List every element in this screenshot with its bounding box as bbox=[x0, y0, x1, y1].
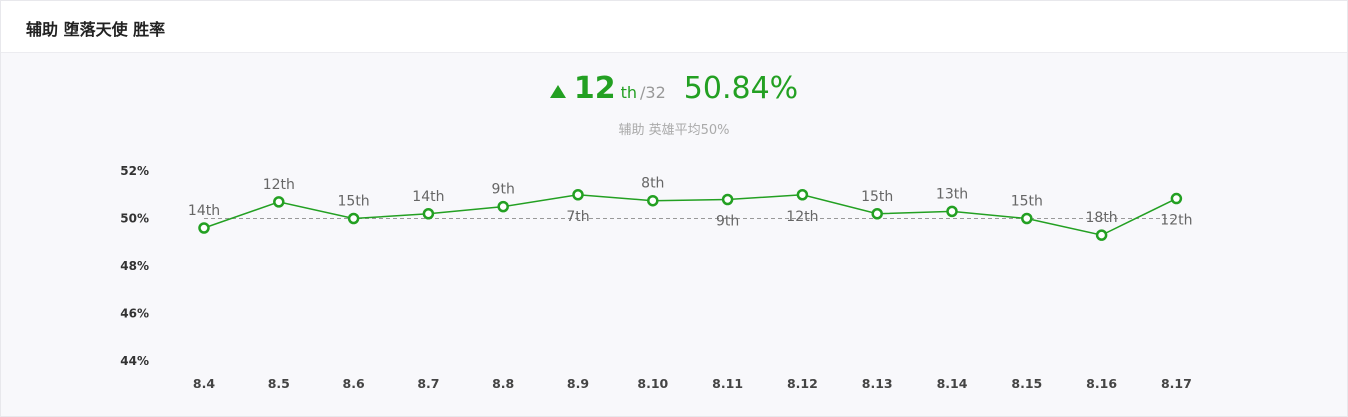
data-point bbox=[497, 200, 509, 213]
data-point bbox=[422, 208, 435, 220]
x-tick-label: 8.10 bbox=[637, 376, 668, 391]
rank-label: 13th bbox=[936, 186, 968, 202]
data-point bbox=[1021, 212, 1033, 225]
y-tick-label: 48% bbox=[120, 259, 149, 273]
data-point bbox=[347, 212, 360, 225]
x-tick-label: 8.16 bbox=[1086, 376, 1117, 391]
rank-label: 18th bbox=[1086, 210, 1118, 226]
rank-label: 14th bbox=[412, 189, 444, 205]
rank-label: 12th bbox=[263, 177, 295, 193]
x-tick-label: 8.17 bbox=[1161, 376, 1192, 391]
x-tick-label: 8.6 bbox=[343, 376, 365, 391]
data-point bbox=[572, 189, 584, 201]
x-tick-label: 8.4 bbox=[193, 376, 215, 391]
data-point bbox=[796, 189, 809, 201]
rank-label: 15th bbox=[338, 194, 370, 210]
data-point bbox=[647, 194, 659, 207]
rank-label: 9th bbox=[716, 214, 739, 230]
x-tick-label: 8.8 bbox=[492, 376, 514, 391]
rank-label: 14th bbox=[188, 203, 220, 219]
data-point bbox=[871, 208, 883, 220]
x-tick-label: 8.12 bbox=[787, 376, 818, 391]
data-point bbox=[1095, 229, 1108, 241]
x-tick-label: 8.15 bbox=[1011, 376, 1042, 391]
rank-label: 12th bbox=[786, 209, 818, 225]
winrate-panel: 辅助 堕落天使 胜率 12th/32 50.84% 辅助 英雄平均50% 52% 5… bbox=[0, 0, 1348, 417]
x-tick-label: 8.7 bbox=[417, 376, 439, 391]
x-tick-label: 8.11 bbox=[712, 376, 743, 391]
data-point bbox=[198, 222, 210, 234]
y-tick-label: 46% bbox=[120, 307, 149, 321]
rank-label: 8th bbox=[641, 176, 664, 192]
x-tick-label: 8.14 bbox=[937, 376, 968, 391]
x-tick-label: 8.13 bbox=[862, 376, 893, 391]
rank-label: 9th bbox=[492, 182, 515, 198]
rank-label: 12th bbox=[1160, 213, 1192, 229]
x-tick-label: 8.5 bbox=[268, 376, 290, 391]
data-point bbox=[273, 196, 285, 208]
rank-label: 15th bbox=[861, 189, 893, 205]
data-point bbox=[721, 193, 734, 206]
x-tick-label: 8.9 bbox=[567, 376, 589, 391]
data-point bbox=[1170, 192, 1183, 205]
y-tick-label: 44% bbox=[120, 354, 149, 368]
y-tick-label: 52% bbox=[120, 164, 149, 178]
rank-label: 15th bbox=[1011, 194, 1043, 210]
winrate-line-chart: 52% 50% 48% 46% 44% 8.4 8.5 8.6 8.7 8.8 8.9 8.10 8.1… bbox=[120, 164, 1192, 391]
data-point bbox=[946, 205, 958, 218]
rank-label: 7th bbox=[566, 209, 589, 225]
y-tick-label: 50% bbox=[120, 212, 149, 226]
